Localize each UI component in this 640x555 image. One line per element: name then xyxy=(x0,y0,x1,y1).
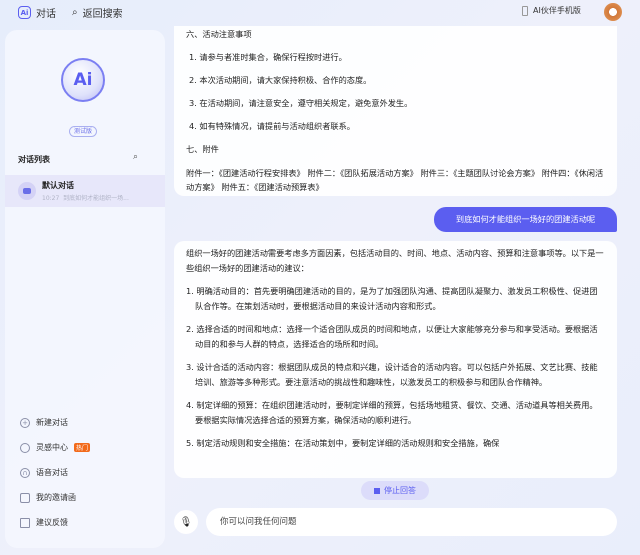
search-icon[interactable]: ⌕ xyxy=(133,152,138,162)
menu-label: 建议反馈 xyxy=(36,518,68,527)
conversation-item[interactable]: 默认对话 10:27 到底如何才能组织一场... xyxy=(5,175,165,207)
mobile-version-link[interactable]: AI伙伴手机版 xyxy=(522,5,581,16)
assistant-message-previous: 六、活动注意事项 1. 请参与者准时集合，确保行程按时进行。 2. 本次活动期间… xyxy=(174,26,617,196)
conversation-list-title: 对话列表 xyxy=(18,155,50,164)
ai-logo: Ai xyxy=(61,58,105,102)
chat-bubble-icon xyxy=(18,182,36,200)
answer-intro: 组织一场好的团建活动需要考虑多方面因素，包括活动目的、时间、地点、活动内容、预算… xyxy=(186,248,604,273)
headphones-icon: ∩ xyxy=(20,467,30,478)
list-item: 4. 如有特殊情况，请提前与活动组织者联系。 xyxy=(189,121,355,131)
edit-icon xyxy=(20,517,30,528)
menu-invitation[interactable]: 我的邀请函 xyxy=(20,492,76,503)
plus-circle-icon: + xyxy=(20,417,30,428)
section-heading: 七、附件 xyxy=(186,144,219,154)
menu-label: 灵感中心 xyxy=(36,443,68,452)
bulb-icon xyxy=(20,442,30,453)
stop-answer-button[interactable]: 停止回答 xyxy=(361,481,429,500)
list-item: 1. 请参与者准时集合，确保行程按时进行。 xyxy=(189,52,347,62)
menu-feedback[interactable]: 建议反馈 xyxy=(20,517,68,528)
list-item: 3. 在活动期间，请注意安全，遵守相关规定，避免意外发生。 xyxy=(189,98,413,108)
list-item: 5. 制定活动规则和安全措施：在活动策划中，要制定详细的活动规则和安全措施，确保 xyxy=(186,438,500,448)
list-item: 2. 本次活动期间，请大家保持积极、合作的态度。 xyxy=(189,75,372,85)
back-search-button[interactable]: ⌕ 返回搜索 xyxy=(72,5,123,20)
beta-badge: 测试版 xyxy=(69,126,97,137)
menu-label: 我的邀请函 xyxy=(36,493,76,502)
assistant-message: 组织一场好的团建活动需要考虑多方面因素，包括活动目的、时间、地点、活动内容、预算… xyxy=(174,241,617,478)
hot-badge: 热门 xyxy=(74,443,91,452)
attachments-text: 附件一：《团建活动行程安排表》 附件二：《团队拓展活动方案》 附件三：《主题团队… xyxy=(186,168,604,192)
menu-new-chat[interactable]: + 新建对话 xyxy=(20,417,68,428)
section-heading: 六、活动注意事项 xyxy=(186,29,252,39)
chat-tab[interactable]: Ai 对话 xyxy=(18,5,56,20)
list-item: 1. 明确活动目的：首先要明确团建活动的目的，是为了加强团队沟通、提高团队凝聚力… xyxy=(186,286,598,311)
mobile-label: AI伙伴手机版 xyxy=(533,6,581,15)
mail-icon xyxy=(20,492,30,503)
question-input[interactable] xyxy=(206,508,617,536)
list-item: 4. 制定详细的预算：在组织团建活动时，要制定详细的预算，包括场地租赁、餐饮、交… xyxy=(186,400,598,425)
phone-icon xyxy=(522,5,528,16)
stop-icon xyxy=(374,487,380,494)
sidebar: Ai 测试版 对话列表 ⌕ 默认对话 10:27 到底如何才能组织一场... +… xyxy=(5,30,165,548)
user-message: 到底如何才能组织一场好的团建活动呢 xyxy=(434,207,617,232)
microphone-icon[interactable]: 🎙 xyxy=(174,510,198,534)
list-item: 3. 设计合适的活动内容：根据团队成员的特点和兴趣，设计适合的活动内容。可以包括… xyxy=(186,362,598,387)
menu-label: 新建对话 xyxy=(36,418,68,427)
stop-label: 停止回答 xyxy=(384,486,416,495)
conversation-meta: 10:27 到底如何才能组织一场... xyxy=(42,193,129,202)
back-search-label: 返回搜索 xyxy=(82,9,123,20)
ai-logo-icon: Ai xyxy=(18,6,31,19)
conversation-time: 10:27 xyxy=(42,195,60,202)
menu-inspiration[interactable]: 灵感中心 热门 xyxy=(20,442,91,453)
chat-label: 对话 xyxy=(36,9,56,20)
answer-list: 1. 明确活动目的：首先要明确团建活动的目的，是为了加强团队沟通、提高团队凝聚力… xyxy=(186,284,605,451)
list-item: 2. 选择合适的时间和地点：选择一个适合团队成员的时间和地点，以便让大家能够充分… xyxy=(186,324,598,349)
menu-label: 语音对话 xyxy=(36,468,68,477)
avatar[interactable] xyxy=(604,3,622,21)
menu-voice-chat[interactable]: ∩ 语音对话 xyxy=(20,467,68,478)
conversation-preview: 到底如何才能组织一场... xyxy=(63,195,129,202)
search-icon: ⌕ xyxy=(72,7,78,18)
conversation-name: 默认对话 xyxy=(42,181,74,190)
top-bar: Ai 对话 ⌕ 返回搜索 AI伙伴手机版 xyxy=(0,0,640,26)
